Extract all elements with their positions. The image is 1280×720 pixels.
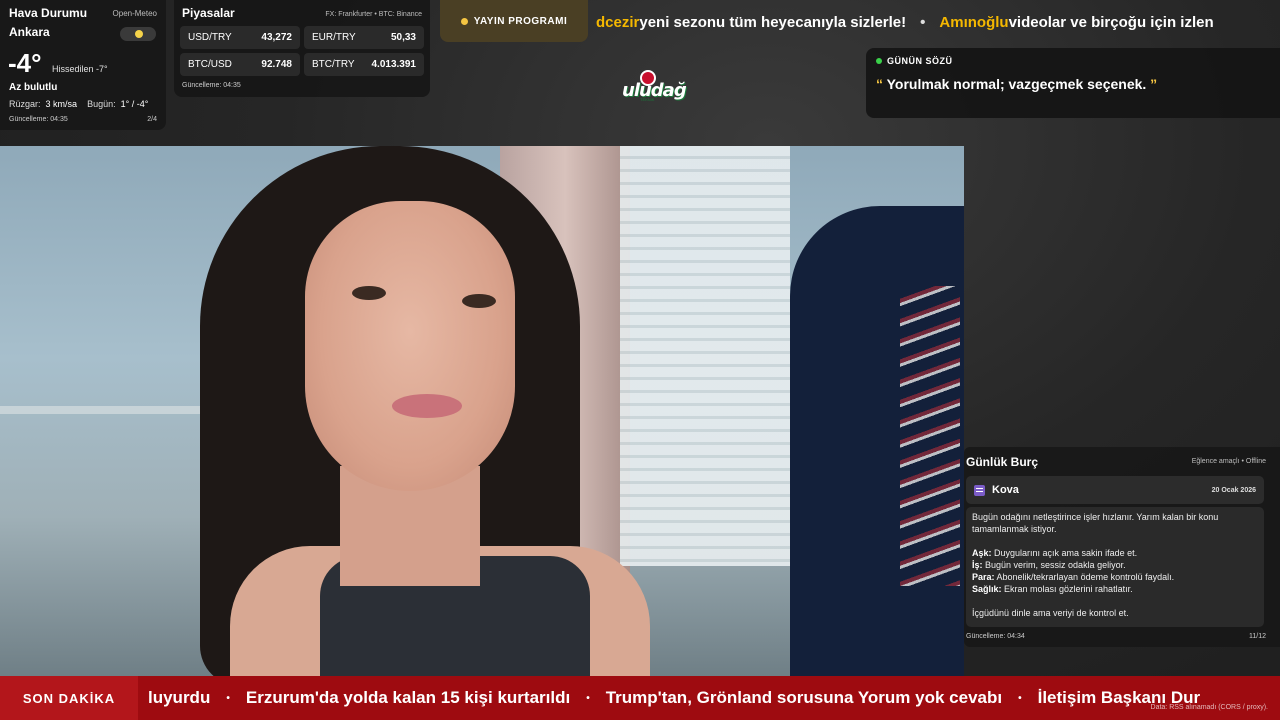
love-label: Aşk: [972, 548, 992, 558]
ticker-separator: • [920, 13, 926, 31]
money-text: Abonelik/tekrarlayan ödeme kontrolü fayd… [994, 572, 1175, 582]
horoscope-intro: Bugün odağını netleştirince işler hızlan… [972, 512, 1219, 534]
video-scene-eye-right [462, 294, 496, 308]
market-value: 92.748 [261, 59, 292, 70]
quote-text: “ Yorulmak normal; vazgeçmek seçenek. ” [876, 76, 1270, 92]
markets-panel: Piyasalar FX: Frankfurter • BTC: Binance… [174, 0, 430, 97]
quote-panel: GÜNÜN SÖZÜ “ Yorulmak normal; vazgeçmek … [866, 48, 1280, 118]
status-dot-icon [460, 17, 468, 25]
horoscope-page-indicator: 11/12 [1249, 633, 1266, 640]
breaking-separator: • [586, 692, 590, 704]
breaking-label: SON DAKİKA [0, 676, 138, 720]
schedule-button[interactable]: YAYIN PROGRAMI [440, 0, 588, 42]
aquarius-icon [974, 484, 985, 496]
market-value: 50,33 [390, 32, 416, 43]
today-value: 1° / -4° [120, 99, 149, 109]
horoscope-source: Eğlence amaçlı • Offline [1191, 458, 1266, 465]
weather-page-indicator: 2/4 [147, 116, 157, 123]
horoscope-body: Bugün odağını netleştirince işler hızlan… [966, 507, 1264, 627]
quote-label: GÜNÜN SÖZÜ [876, 56, 1270, 66]
weather-source: Open-Meteo [112, 9, 157, 18]
health-label: Sağlık: [972, 584, 1002, 594]
sun-cloud-icon [120, 27, 156, 41]
markets-updated: Güncelleme: 04:35 [182, 82, 241, 89]
horoscope-work: İş: Bugün verim, sessiz odakla geliyor. [972, 559, 1258, 571]
weather-condition: Az bulutlu [9, 82, 58, 93]
logo-subtext: TEKNİK [640, 97, 655, 102]
weather-updated: Güncelleme: 04:35 [9, 116, 68, 123]
quote-label-text: GÜNÜN SÖZÜ [887, 56, 953, 66]
horoscope-header: Kova 20 Ocak 2026 [966, 476, 1264, 504]
horoscope-date: 20 Ocak 2026 [1211, 486, 1256, 494]
breaking-data-note: Data: RSS alınamadı (CORS / proxy). [1150, 704, 1268, 711]
video-player[interactable] [0, 146, 964, 676]
channel-logo: uludağ TEKNİK [618, 70, 687, 104]
breaking-news-bar: SON DAKİKA luyurdu • Erzurum'da yolda ka… [0, 676, 1280, 720]
quote-open-mark: “ [876, 76, 883, 92]
love-text: Duygularını açık ama sakin ifade et. [991, 548, 1138, 558]
horoscope-sign: Kova [992, 484, 1019, 496]
horoscope-panel: Günlük Burç Eğlence amaçlı • Offline Kov… [964, 447, 1280, 647]
horoscope-health: Sağlık: Ekran molası gözlerini rahatlatı… [972, 583, 1258, 595]
schedule-label: YAYIN PROGRAMI [473, 15, 568, 27]
work-label: İş: [972, 560, 983, 570]
wind-label: Rüzgar: [9, 99, 41, 109]
breaking-separator: • [226, 692, 230, 704]
money-label: Para: [972, 572, 995, 582]
video-scene-face [305, 201, 515, 491]
ticker-highlight: Amınoğlu [939, 13, 1009, 31]
breaking-item: Trump'tan, Grönland sorusuna Yorum yok c… [605, 688, 1003, 707]
health-text: Ekran molası gözlerini rahatlatır. [1001, 584, 1133, 594]
weather-feels-like: Hissedilen -7° [52, 64, 108, 74]
weather-panel: Hava Durumu Open-Meteo Ankara -4° Hissed… [0, 0, 166, 130]
wind-value: 3 km/sa [45, 99, 78, 109]
video-scene-blinds [620, 146, 790, 566]
market-item: USD/TRY 43,272 [180, 26, 300, 49]
video-scene-pattern [900, 286, 960, 586]
market-pair: EUR/TRY [312, 32, 356, 43]
ticker-text: videolar ve birçoğu için izlen [1008, 13, 1214, 31]
markets-grid: USD/TRY 43,272 EUR/TRY 50,33 BTC/USD 92.… [180, 26, 424, 76]
breaking-ticker: luyurdu • Erzurum'da yolda kalan 15 kişi… [148, 676, 1200, 720]
weather-temperature: -4° [8, 48, 42, 78]
market-pair: BTC/TRY [312, 59, 355, 70]
video-scene-lips [392, 394, 462, 418]
today-label: Bugün: [87, 99, 116, 109]
video-scene-eye-left [352, 286, 386, 300]
horoscope-updated: Güncelleme: 04:34 [966, 633, 1025, 640]
market-pair: BTC/USD [188, 59, 232, 70]
quote-close-mark: ” [1150, 76, 1158, 92]
market-item: BTC/USD 92.748 [180, 53, 300, 76]
quote-body: Yorulmak normal; vazgeçmek seçenek. [883, 76, 1151, 92]
horoscope-advice: İçgüdünü dinle ama veriyi de kontrol et. [972, 608, 1129, 618]
markets-source: FX: Frankfurter • BTC: Binance [325, 11, 422, 18]
work-text: Bugün verim, sessiz odakla geliyor. [982, 560, 1126, 570]
ticker-text: yeni sezonu tüm heyecanıyla sizlerle! [639, 13, 907, 31]
weather-details: Rüzgar: 3 km/sa Bugün: 1° / -4° [9, 99, 148, 109]
ticker-highlight: dcezir [596, 13, 640, 31]
market-item: BTC/TRY 4.013.391 [304, 53, 424, 76]
market-item: EUR/TRY 50,33 [304, 26, 424, 49]
horoscope-love: Aşk: Duygularını açık ama sakin ifade et… [972, 547, 1258, 559]
market-value: 43,272 [261, 32, 292, 43]
horoscope-money: Para: Abonelik/tekrarlayan ödeme kontrol… [972, 571, 1258, 583]
breaking-item: Erzurum'da yolda kalan 15 kişi kurtarıld… [245, 688, 571, 707]
live-dot-icon [876, 58, 882, 64]
horoscope-title: Günlük Burç [966, 455, 1039, 469]
market-value: 4.013.391 [371, 59, 417, 70]
breaking-item: luyurdu [148, 688, 211, 707]
top-news-ticker: dcezir yeni sezonu tüm heyecanıyla sizle… [596, 0, 1280, 44]
breaking-separator: • [1018, 692, 1022, 704]
market-pair: USD/TRY [188, 32, 232, 43]
